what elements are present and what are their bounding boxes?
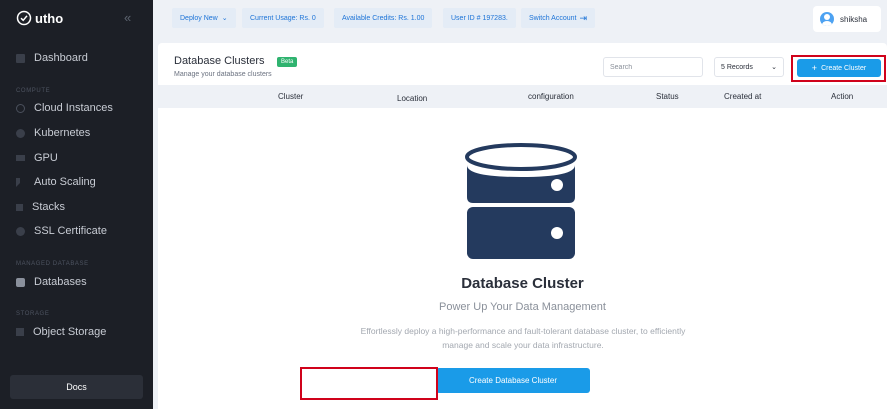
sidebar-item-ssl-certificate[interactable]: SSL Certificate: [16, 225, 107, 237]
avatar: [820, 12, 834, 26]
sidebar-item-object-storage[interactable]: Object Storage: [16, 326, 106, 338]
sidebar-item-label: Stacks: [32, 201, 66, 213]
section-compute: COMPUTE: [16, 88, 51, 94]
docs-button[interactable]: Docs: [10, 375, 143, 399]
empty-state-description: Effortlessly deploy a high-performance a…: [360, 326, 686, 350]
page-subtitle: Manage your database clusters: [174, 71, 272, 78]
section-managed-database: MANAGED DATABASE: [16, 261, 89, 267]
database-server-icon: [465, 143, 577, 259]
sidebar-item-databases[interactable]: Databases: [16, 276, 87, 288]
column-header: Status: [656, 92, 679, 101]
user-id-chip: User ID # 197283.: [443, 8, 516, 28]
switch-account-label: Switch Account: [529, 14, 577, 22]
gpu-icon: [16, 155, 25, 161]
current-usage-chip[interactable]: Current Usage: Rs. 0: [242, 8, 324, 28]
chevron-down-icon: ⌄: [221, 15, 228, 22]
chevron-down-icon: ⌄: [771, 64, 777, 71]
sidebar-item-label: Kubernetes: [34, 127, 91, 139]
search-input[interactable]: [603, 57, 703, 77]
sidebar-item-label: Databases: [34, 276, 87, 288]
sidebar-item-dashboard[interactable]: Dashboard: [16, 52, 88, 64]
double-chevron-left-icon[interactable]: «: [124, 10, 131, 25]
check-circle-logo-icon: [16, 10, 32, 26]
sidebar-item-label: Auto Scaling: [34, 176, 96, 188]
sidebar-item-auto-scaling[interactable]: Auto Scaling: [16, 176, 96, 188]
column-header: Created at: [724, 92, 762, 101]
available-credits-chip[interactable]: Available Credits: Rs. 1.00: [334, 8, 433, 28]
sidebar-item-label: Cloud Instances: [34, 102, 113, 114]
deploy-new-dropdown[interactable]: Deploy New ⌄: [172, 8, 236, 28]
sidebar: utho « Dashboard COMPUTE Cloud Instances…: [0, 0, 153, 409]
database-icon: [16, 277, 25, 287]
column-header: Cluster: [278, 92, 304, 101]
beta-badge: Beta: [277, 57, 298, 67]
sidebar-item-label: SSL Certificate: [34, 225, 107, 237]
cloud-icon: [16, 103, 25, 113]
page-title: Database Clusters: [174, 55, 265, 67]
column-header: configuration: [528, 92, 574, 101]
switch-account-icon: ⇥: [579, 12, 588, 23]
deploy-new-label: Deploy New: [180, 14, 218, 22]
records-label: 5 Records: [721, 63, 753, 71]
sidebar-item-kubernetes[interactable]: Kubernetes: [16, 127, 90, 139]
ssl-icon: [16, 226, 25, 236]
user-menu[interactable]: shiksha: [813, 6, 881, 32]
main-panel: Database Clusters Beta Manage your datab…: [158, 43, 887, 409]
highlight-box-create-database-cluster: [300, 367, 438, 400]
topbar: Deploy New ⌄ Current Usage: Rs. 0 Availa…: [153, 0, 887, 40]
highlight-box-create-cluster: [791, 55, 886, 82]
sidebar-item-label: Dashboard: [34, 52, 88, 64]
logo[interactable]: utho: [16, 10, 63, 26]
switch-account-button[interactable]: Switch Account ⇥: [521, 8, 596, 28]
brand-name: utho: [35, 10, 64, 26]
empty-state-title: Database Cluster: [461, 275, 584, 292]
column-header: Action: [831, 92, 854, 101]
kubernetes-icon: [16, 128, 25, 138]
auto-scaling-icon: [16, 177, 25, 187]
records-per-page-select[interactable]: 5 Records ⌄: [714, 57, 784, 77]
object-storage-icon: [16, 328, 24, 336]
create-database-cluster-button[interactable]: Create Database Cluster: [436, 368, 590, 393]
dashboard-icon: [16, 53, 25, 63]
empty-state-subtitle: Power Up Your Data Management: [439, 301, 606, 313]
table-header: Cluster Location configuration Status Cr…: [158, 85, 887, 108]
sidebar-item-gpu[interactable]: GPU: [16, 152, 58, 164]
sidebar-item-stacks[interactable]: Stacks: [16, 201, 65, 213]
stacks-icon: [16, 203, 23, 211]
sidebar-item-cloud-instances[interactable]: Cloud Instances: [16, 102, 113, 114]
section-storage: STORAGE: [16, 311, 50, 317]
username: shiksha: [840, 14, 868, 24]
column-header: Location: [397, 94, 428, 103]
sidebar-item-label: GPU: [34, 152, 58, 164]
sidebar-item-label: Object Storage: [33, 326, 107, 338]
